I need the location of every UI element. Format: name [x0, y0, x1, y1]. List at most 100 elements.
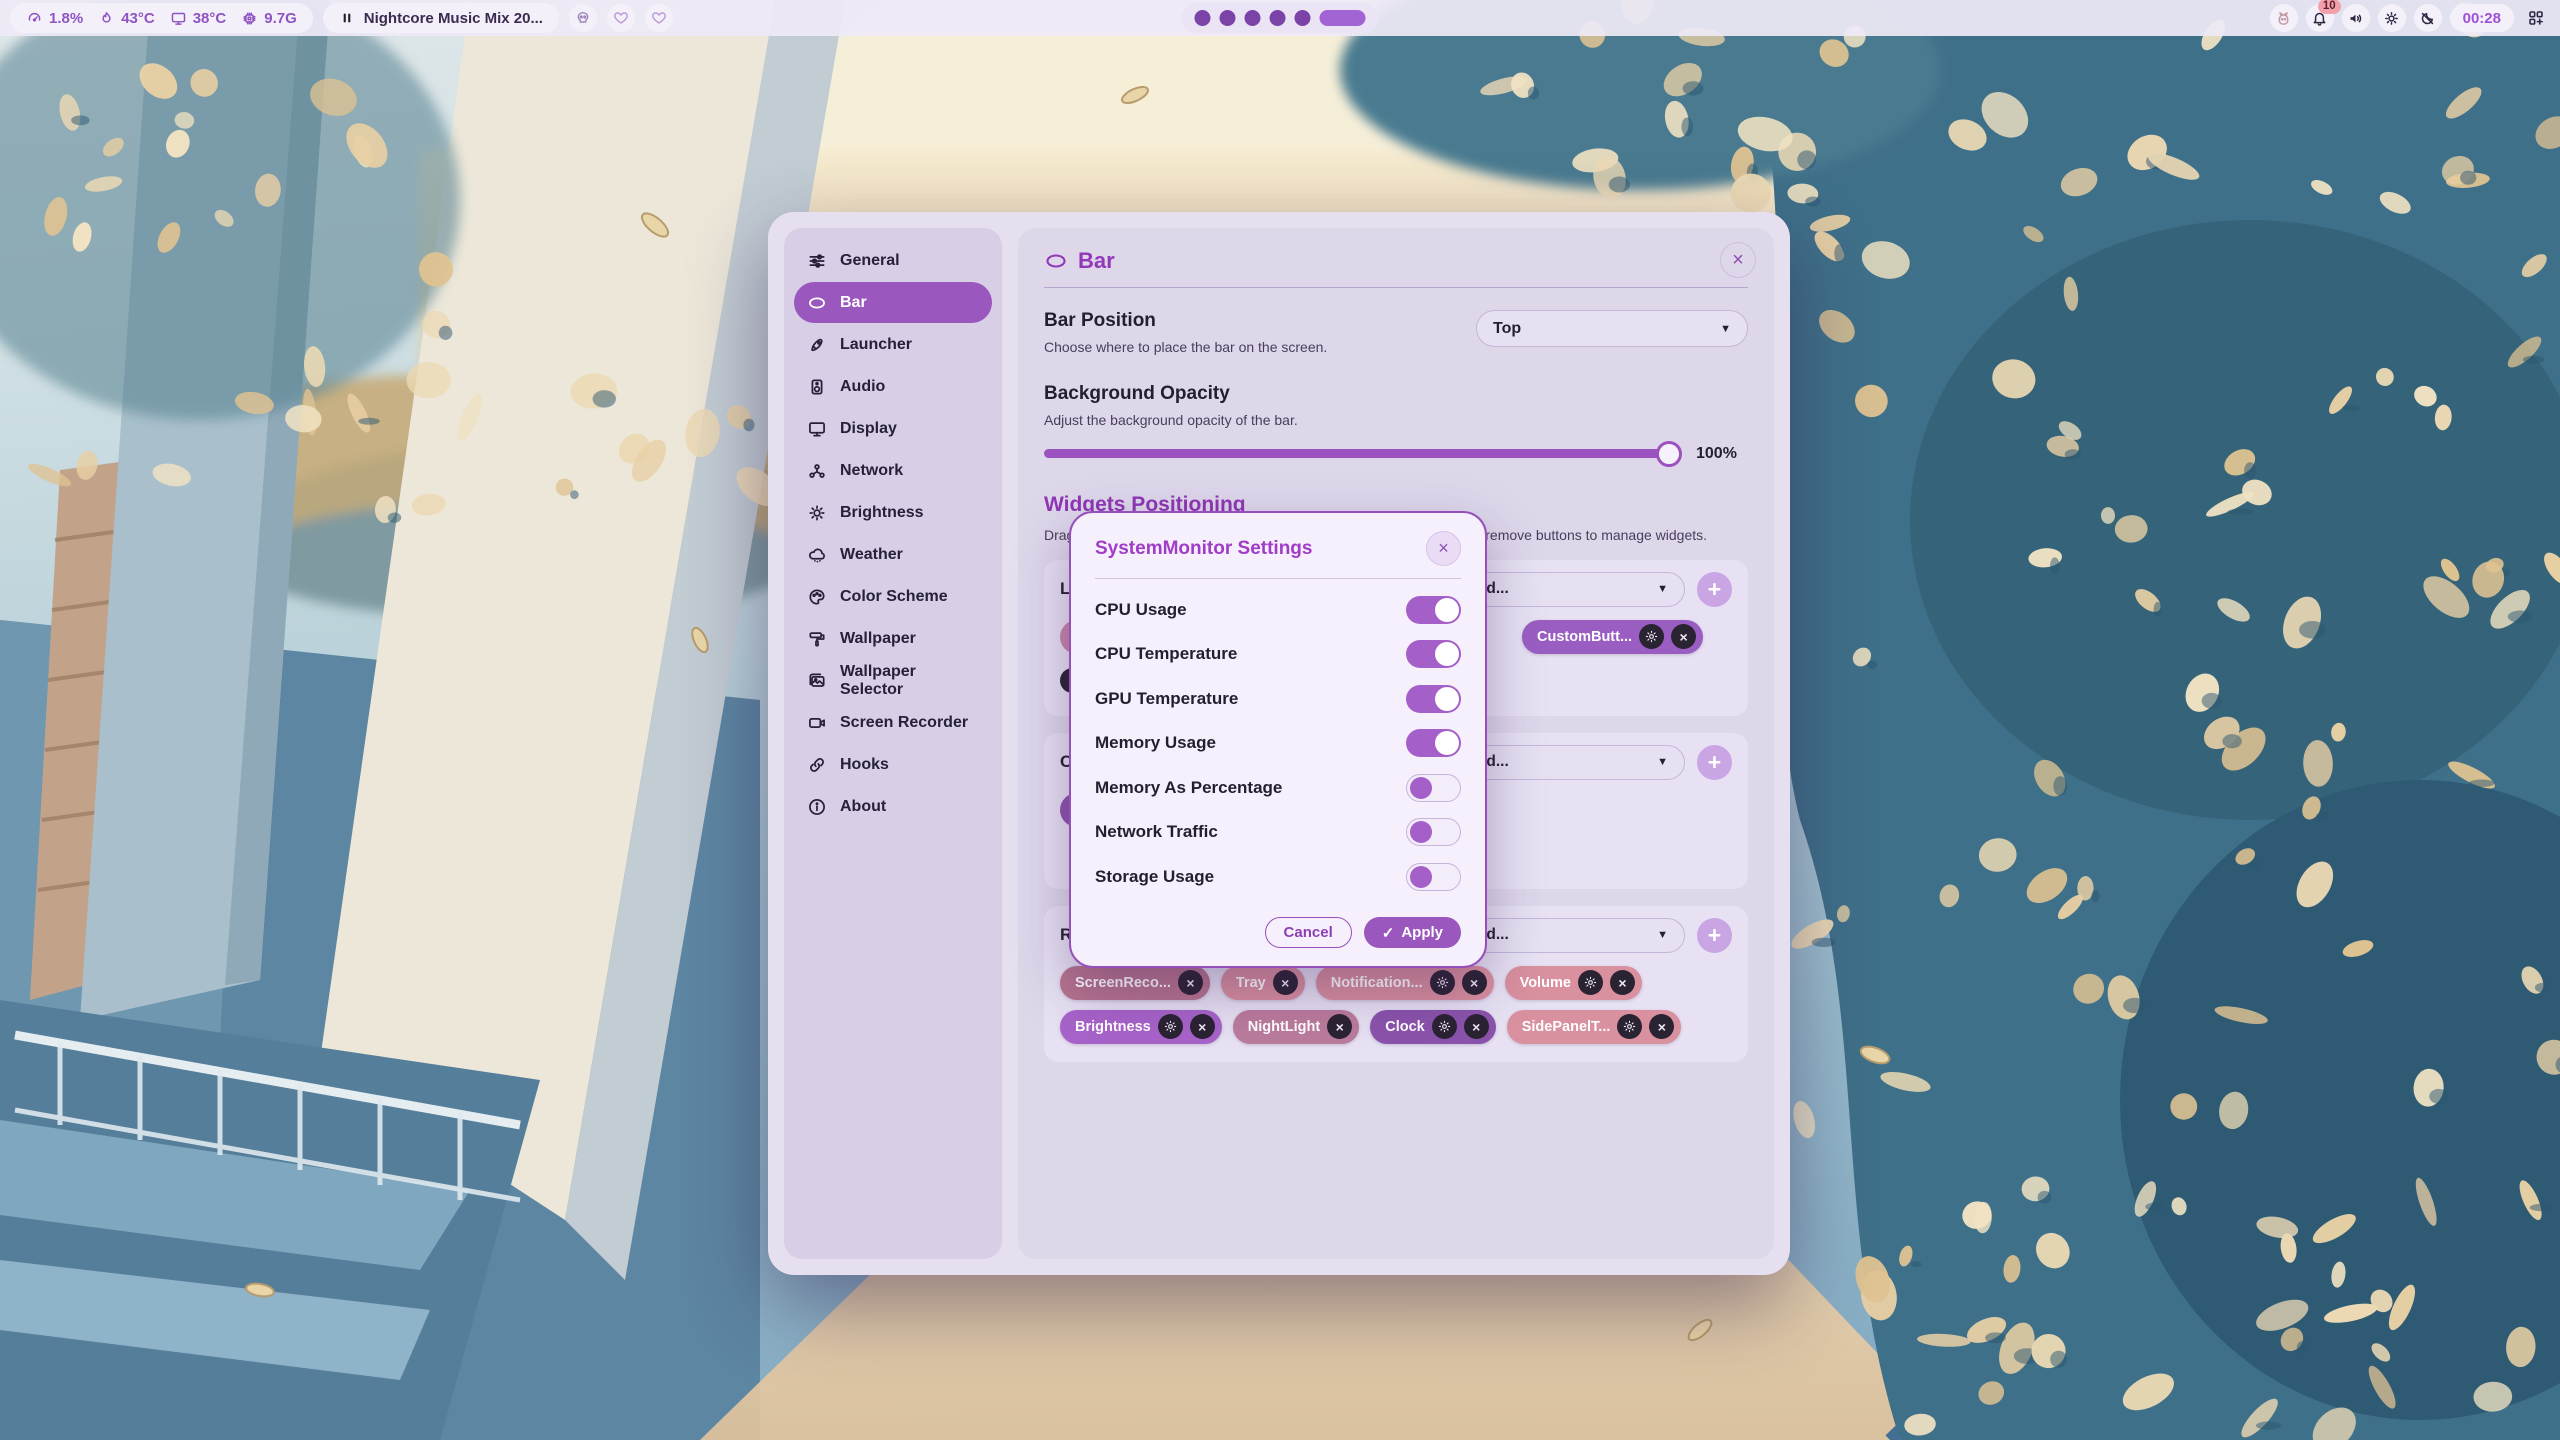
notifications-button[interactable]: 10 — [2306, 4, 2334, 32]
modal-close-button[interactable]: × — [1426, 531, 1461, 566]
add-widget-button[interactable]: + — [1697, 572, 1732, 607]
stat-value: 9.7G — [264, 10, 297, 27]
add-widget-button[interactable]: + — [1697, 745, 1732, 780]
speaker-box-icon — [807, 377, 827, 397]
sidebar-item-network[interactable]: Network — [794, 450, 992, 491]
toggle-knob[interactable] — [1435, 598, 1459, 622]
sidebar-item-label: Wallpaper — [840, 630, 916, 648]
widget-remove-icon[interactable]: × — [1462, 970, 1487, 995]
heart-button-2[interactable] — [645, 4, 673, 32]
workspace-dot[interactable] — [1245, 10, 1261, 26]
sidebar-item-launcher[interactable]: Launcher — [794, 324, 992, 365]
sidebar-item-label: Weather — [840, 546, 903, 564]
toggle-knob[interactable] — [1410, 777, 1432, 799]
overview-button[interactable] — [2522, 4, 2550, 32]
widget-chip-custombutt[interactable]: CustomButt...× — [1522, 620, 1703, 654]
sidebar-item-general[interactable]: General — [794, 240, 992, 281]
panel-close-button[interactable]: × — [1720, 242, 1756, 278]
sidebar-item-weather[interactable]: Weather — [794, 534, 992, 575]
toggle-switch[interactable] — [1406, 596, 1461, 624]
tray-app-button[interactable] — [2270, 4, 2298, 32]
toggle-knob[interactable] — [1435, 731, 1459, 755]
heart-button[interactable] — [607, 4, 635, 32]
widget-remove-icon[interactable]: × — [1190, 1014, 1215, 1039]
heart-icon — [613, 10, 629, 26]
opacity-slider-knob[interactable] — [1656, 441, 1682, 467]
widget-remove-icon[interactable]: × — [1178, 970, 1203, 995]
widget-remove-icon[interactable]: × — [1273, 970, 1298, 995]
widget-chip-sidepanelt[interactable]: SidePanelT...× — [1507, 1010, 1682, 1044]
widget-chip-clock[interactable]: Clock× — [1370, 1010, 1496, 1044]
sidebar-item-label: Display — [840, 420, 897, 438]
widget-remove-icon[interactable]: × — [1464, 1014, 1489, 1039]
opacity-value: 100% — [1696, 445, 1748, 463]
toggle-knob[interactable] — [1410, 866, 1432, 888]
night-light-off-icon — [2419, 10, 2436, 27]
widget-chip-label: Brightness — [1075, 1019, 1151, 1035]
sidebar-item-label: Audio — [840, 378, 885, 396]
sidebar-item-label: Bar — [840, 294, 867, 312]
video-camera-icon — [807, 713, 827, 733]
clock[interactable]: 00:28 — [2450, 4, 2514, 32]
widget-settings-gear-icon[interactable] — [1430, 970, 1455, 995]
sidebar-item-hooks[interactable]: Hooks — [794, 744, 992, 785]
system-stats-module[interactable]: 1.8%43°C38°C9.7G — [10, 3, 313, 33]
bar-position-select[interactable]: Top ▼ — [1476, 310, 1748, 347]
toggle-knob[interactable] — [1410, 821, 1432, 843]
workspace-dot[interactable] — [1270, 10, 1286, 26]
background-opacity-setting: Background Opacity Adjust the background… — [1044, 383, 1748, 462]
widget-chip-nightlight[interactable]: NightLight× — [1233, 1010, 1359, 1044]
add-widget-button[interactable]: + — [1697, 918, 1732, 953]
toggle-switch[interactable] — [1406, 640, 1461, 668]
brightness-button[interactable] — [2378, 4, 2406, 32]
widget-remove-icon[interactable]: × — [1610, 970, 1635, 995]
workspace-dot[interactable] — [1295, 10, 1311, 26]
monitor-icon — [170, 10, 187, 27]
workspace-dot[interactable] — [1220, 10, 1236, 26]
sidebar-item-color-scheme[interactable]: Color Scheme — [794, 576, 992, 617]
widget-chip-tray[interactable]: Tray× — [1221, 966, 1305, 1000]
widget-chip-notification[interactable]: Notification...× — [1316, 966, 1494, 1000]
apply-button[interactable]: ✓Apply — [1364, 917, 1461, 948]
toggle-switch[interactable] — [1406, 729, 1461, 757]
workspace-indicator[interactable] — [1182, 3, 1379, 33]
sidebar-item-wallpaper[interactable]: Wallpaper — [794, 618, 992, 659]
night-light-button[interactable] — [2414, 4, 2442, 32]
opacity-slider[interactable] — [1044, 449, 1680, 458]
toggle-label: Network Traffic — [1095, 822, 1218, 842]
sidebar-item-wallpaper-selector[interactable]: Wallpaper Selector — [794, 660, 992, 701]
toggle-switch[interactable] — [1406, 774, 1461, 802]
widget-remove-icon[interactable]: × — [1327, 1014, 1352, 1039]
toggle-switch[interactable] — [1406, 685, 1461, 713]
toggle-knob[interactable] — [1435, 687, 1459, 711]
media-module[interactable]: Nightcore Music Mix 20... — [323, 3, 559, 33]
sidebar-item-label: Brightness — [840, 504, 924, 522]
widget-settings-gear-icon[interactable] — [1432, 1014, 1457, 1039]
skull-button[interactable] — [569, 4, 597, 32]
sidebar-item-brightness[interactable]: Brightness — [794, 492, 992, 533]
sidebar-item-bar[interactable]: Bar — [794, 282, 992, 323]
workspace-dot[interactable] — [1195, 10, 1211, 26]
sidebar-item-screen-recorder[interactable]: Screen Recorder — [794, 702, 992, 743]
widget-chip-brightness[interactable]: Brightness × — [1060, 1010, 1222, 1044]
sidebar-item-about[interactable]: About — [794, 786, 992, 827]
widget-chip-label: Volume — [1520, 975, 1571, 991]
workspace-active[interactable] — [1320, 10, 1366, 26]
widget-remove-icon[interactable]: × — [1649, 1014, 1674, 1039]
widget-settings-gear-icon[interactable] — [1158, 1014, 1183, 1039]
volume-button[interactable] — [2342, 4, 2370, 32]
widget-settings-gear-icon[interactable] — [1639, 624, 1664, 649]
link-icon — [807, 755, 827, 775]
toggle-switch[interactable] — [1406, 863, 1461, 891]
cancel-button[interactable]: Cancel — [1265, 917, 1352, 948]
toggle-knob[interactable] — [1435, 642, 1459, 666]
sidebar-item-audio[interactable]: Audio — [794, 366, 992, 407]
widget-chip-volume[interactable]: Volume × — [1505, 966, 1642, 1000]
widget-settings-gear-icon[interactable] — [1578, 970, 1603, 995]
pause-icon[interactable] — [339, 10, 355, 26]
sidebar-item-display[interactable]: Display — [794, 408, 992, 449]
widget-chip-screenreco[interactable]: ScreenReco...× — [1060, 966, 1210, 1000]
widget-remove-icon[interactable]: × — [1671, 624, 1696, 649]
widget-settings-gear-icon[interactable] — [1617, 1014, 1642, 1039]
toggle-switch[interactable] — [1406, 818, 1461, 846]
